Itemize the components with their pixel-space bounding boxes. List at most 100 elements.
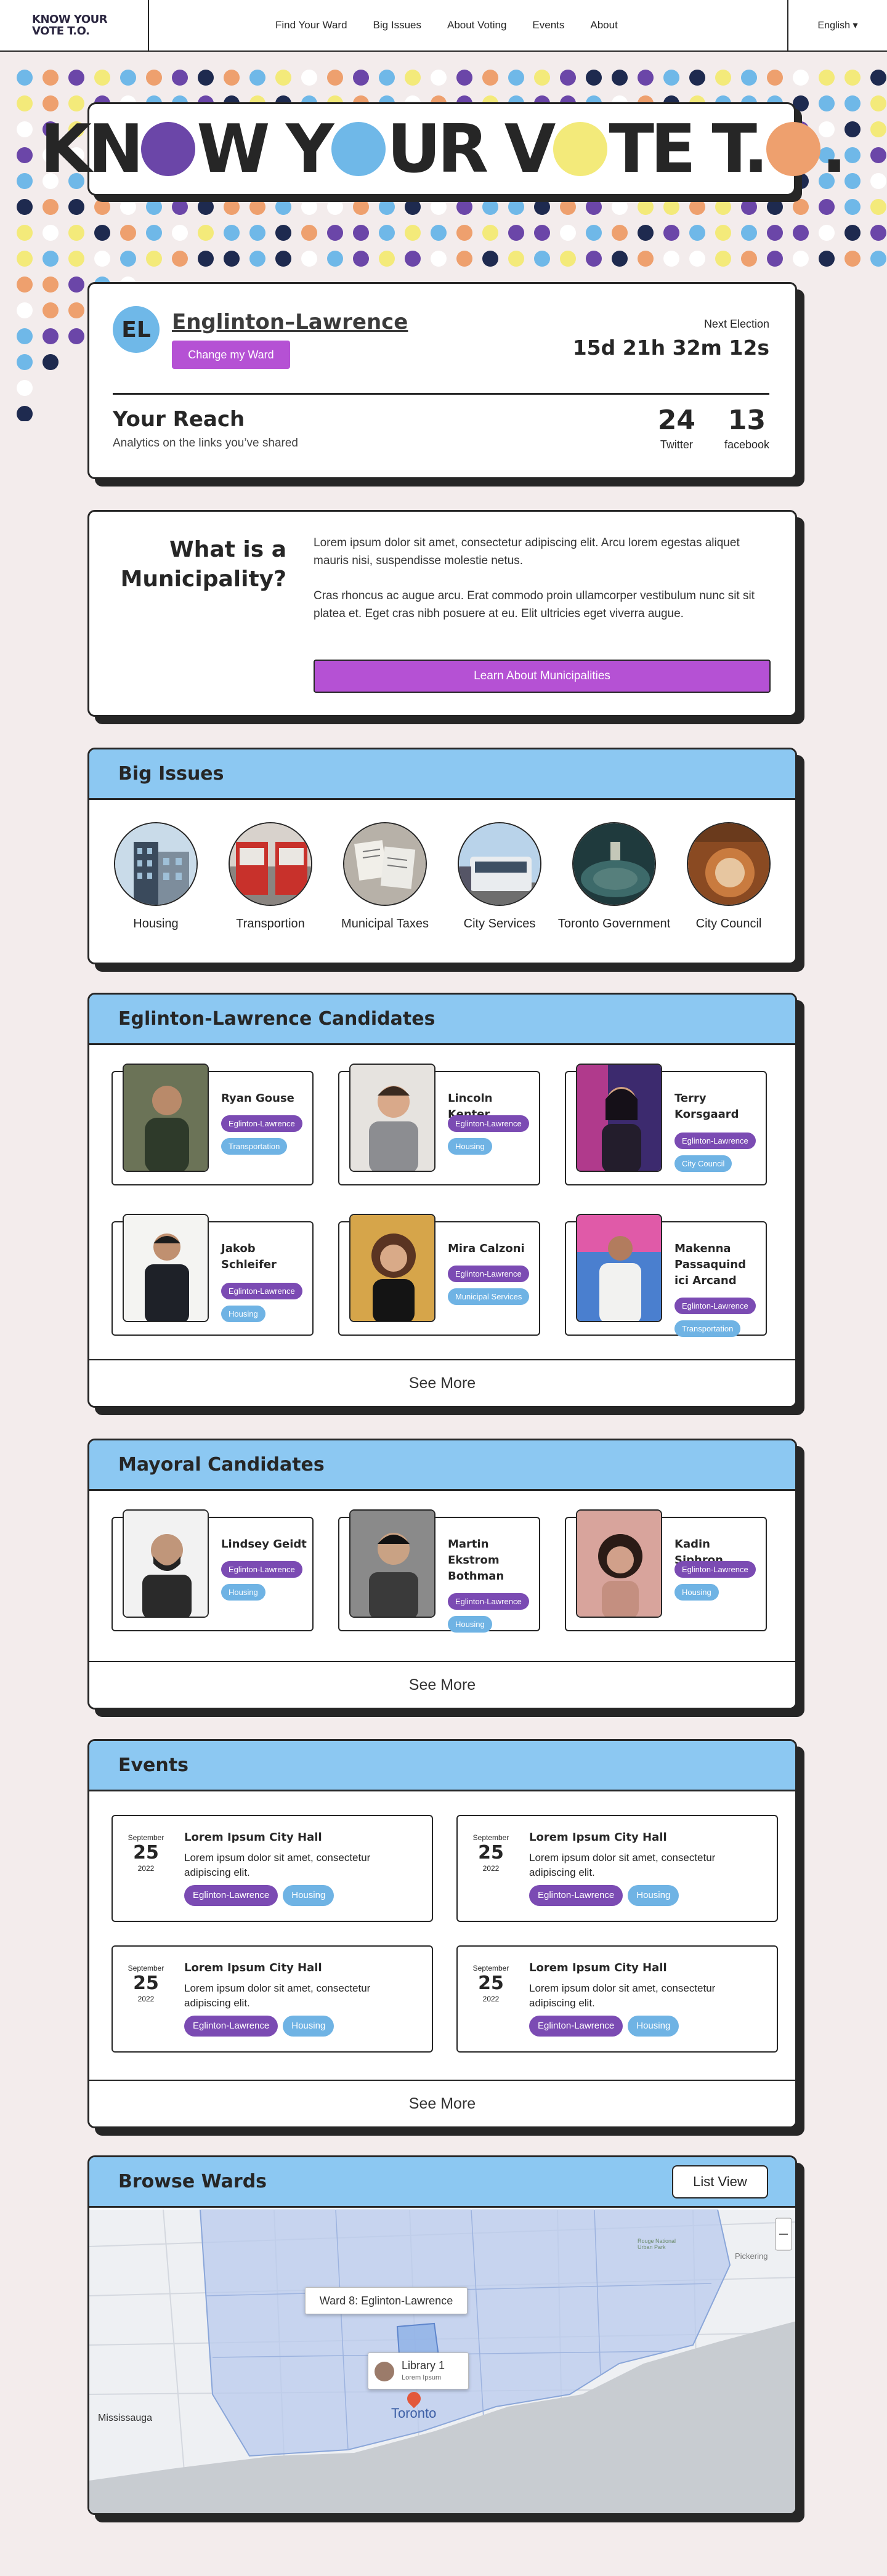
event-title: Lorem Ipsum City Hall — [529, 1961, 667, 1974]
learn-municipalities-button[interactable]: Learn About Municipalities — [314, 660, 771, 693]
decorative-dot — [68, 302, 84, 318]
see-more-candidates-button[interactable]: See More — [89, 1359, 795, 1406]
decorative-dot — [17, 380, 33, 396]
issue-label: Toronto Government — [557, 917, 671, 931]
issue-tag[interactable]: Transportation — [221, 1138, 288, 1155]
big-issues-title: Big Issues — [118, 763, 224, 785]
orange-circle-letter — [766, 122, 820, 176]
candidate-card[interactable]: Kadin Siphron Eglinton-Lawrence Housing — [565, 1509, 767, 1631]
decorative-dot — [43, 328, 59, 344]
ward-tag[interactable]: Eglinton-Lawrence — [448, 1593, 529, 1610]
decorative-dot — [456, 199, 472, 215]
issue-housing[interactable]: Housing — [107, 822, 205, 931]
candidate-card[interactable]: Jakob Schleifer Eglinton-Lawrence Housin… — [111, 1214, 314, 1336]
municipality-paragraph-1: Lorem ipsum dolor sit amet, consectetur … — [314, 536, 740, 567]
decorative-dot — [715, 225, 731, 241]
candidate-card[interactable]: Makenna Passaquind ici Arcand Eglinton-L… — [565, 1214, 767, 1337]
see-more-mayoral-button[interactable]: See More — [89, 1661, 795, 1708]
events-title: Events — [118, 1754, 188, 1776]
ward-tag[interactable]: Eglinton-Lawrence — [448, 1115, 529, 1132]
logo[interactable]: KNOW YOUR VOTE T.O. — [0, 0, 149, 51]
ward-tag[interactable]: Eglinton-Lawrence — [221, 1561, 302, 1578]
decorative-dot — [612, 225, 628, 241]
issue-municipal-taxes[interactable]: Municipal Taxes — [336, 822, 434, 931]
issue-tag[interactable]: Municipal Services — [448, 1288, 530, 1305]
decorative-dot — [456, 70, 472, 86]
issue-tag[interactable]: Housing — [628, 1885, 679, 1906]
candidate-name: Ryan Gouse — [221, 1092, 294, 1105]
ward-tag[interactable]: Eglinton-Lawrence — [529, 1885, 623, 1906]
event-card[interactable]: September 25 2022 Lorem Ipsum City Hall … — [111, 1945, 433, 2053]
ward-tag[interactable]: Eglinton-Lawrence — [674, 1298, 756, 1314]
decorative-dot — [870, 173, 886, 189]
issue-tag[interactable]: City Council — [674, 1155, 732, 1172]
candidate-photo — [123, 1214, 209, 1322]
candidate-card[interactable]: Ryan Gouse Eglinton-Lawrence Transportat… — [111, 1064, 314, 1185]
decorative-dot — [482, 225, 498, 241]
issue-tag[interactable]: Housing — [283, 2016, 334, 2037]
event-card[interactable]: September 25 2022 Lorem Ipsum City Hall … — [456, 1815, 778, 1922]
list-view-button[interactable]: List View — [672, 2165, 768, 2198]
candidate-card[interactable]: Mira Calzoni Eglinton-Lawrence Municipal… — [338, 1214, 540, 1336]
decorative-dot — [301, 225, 317, 241]
decorative-dot — [638, 251, 654, 267]
issue-city-services[interactable]: City Services — [450, 822, 549, 931]
issue-tag[interactable]: Housing — [448, 1138, 492, 1155]
decorative-dot — [793, 199, 809, 215]
nav-big-issues[interactable]: Big Issues — [373, 19, 421, 31]
decorative-dot — [249, 199, 265, 215]
issue-label: Transportion — [236, 917, 305, 931]
issue-tag[interactable]: Housing — [221, 1584, 265, 1601]
yellow-circle-letter — [553, 122, 608, 176]
candidate-card[interactable]: Terry Korsgaard Eglinton-Lawrence City C… — [565, 1064, 767, 1185]
issue-tag[interactable]: Housing — [674, 1584, 719, 1601]
issue-toronto-government[interactable]: Toronto Government — [558, 822, 670, 931]
issue-tag[interactable]: Housing — [283, 1885, 334, 1906]
issue-city-council[interactable]: City Council — [679, 822, 778, 931]
ward-name-link[interactable]: Englinton–Lawrence — [172, 310, 408, 334]
decorative-dot — [43, 199, 59, 215]
ward-map[interactable]: Ward 8: Eglinton-Lawrence Library 1 Lore… — [89, 2210, 795, 2513]
issue-tag[interactable]: Transportation — [674, 1320, 741, 1337]
ward-tag[interactable]: Eglinton-Lawrence — [221, 1115, 302, 1132]
transit-photo — [229, 822, 312, 906]
issue-transportation[interactable]: Transportion — [221, 822, 320, 931]
ward-tag[interactable]: Eglinton-Lawrence — [674, 1561, 756, 1578]
change-ward-button[interactable]: Change my Ward — [172, 341, 290, 369]
nav-about-voting[interactable]: About Voting — [447, 19, 506, 31]
event-date: September 25 2022 — [468, 1964, 514, 2003]
decorative-dot — [94, 199, 110, 215]
ward-avatar: EL — [113, 306, 160, 353]
issues-list: Housing Transportion Municipal Taxes Cit… — [89, 800, 795, 931]
ward-tag[interactable]: Eglinton-Lawrence — [674, 1133, 756, 1149]
issue-tag[interactable]: Housing — [628, 2016, 679, 2037]
candidate-card[interactable]: Lincoln Kenter Eglinton-Lawrence Housing — [338, 1064, 540, 1185]
candidate-name: Terry Korsgaard — [674, 1092, 739, 1121]
panel-header: Events — [89, 1741, 795, 1791]
decorative-dot — [767, 199, 783, 215]
ward-tag[interactable]: Eglinton-Lawrence — [184, 1885, 278, 1906]
nav-find-your-ward[interactable]: Find Your Ward — [275, 19, 347, 31]
candidate-card[interactable]: Martin Ekstrom Bothman Eglinton-Lawrence… — [338, 1509, 540, 1633]
event-day: 25 — [478, 1972, 504, 1994]
wordmark-part-3: UR V — [387, 110, 556, 188]
issue-tag[interactable]: Housing — [221, 1306, 265, 1322]
decorative-dot — [198, 199, 214, 215]
ward-tag[interactable]: Eglinton-Lawrence — [448, 1266, 529, 1282]
event-card[interactable]: September 25 2022 Lorem Ipsum City Hall … — [456, 1945, 778, 2053]
nav-about[interactable]: About — [590, 19, 617, 31]
candidate-card[interactable]: Lindsey Geidt Eglinton-Lawrence Housing — [111, 1509, 314, 1631]
decorative-dot — [612, 251, 628, 267]
logo-line-1: KNOW YOUR — [32, 13, 108, 26]
ward-tag[interactable]: Eglinton-Lawrence — [184, 2016, 278, 2037]
event-card[interactable]: September 25 2022 Lorem Ipsum City Hall … — [111, 1815, 433, 1922]
see-more-events-button[interactable]: See More — [89, 2080, 795, 2126]
ward-tag[interactable]: Eglinton-Lawrence — [529, 2016, 623, 2037]
election-countdown: 15d 21h 32m 12s — [572, 336, 769, 360]
ward-tag[interactable]: Eglinton-Lawrence — [221, 1283, 302, 1299]
decorative-dot — [17, 173, 33, 189]
library-popup[interactable]: Library 1 Lorem Ipsum — [368, 2352, 469, 2389]
language-selector[interactable]: English ▾ — [787, 0, 887, 51]
issue-tag[interactable]: Housing — [448, 1616, 492, 1633]
nav-events[interactable]: Events — [532, 19, 564, 31]
